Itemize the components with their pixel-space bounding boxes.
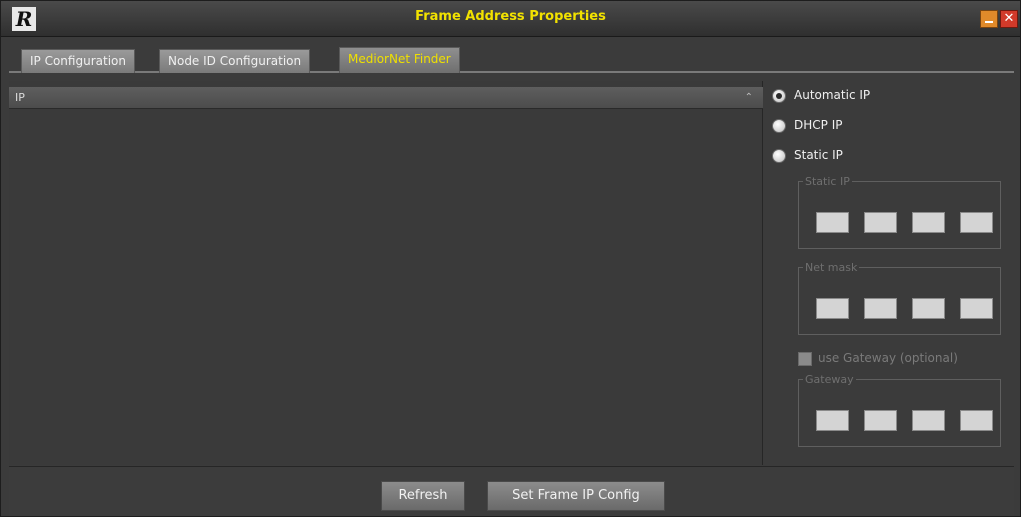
minimize-button[interactable] (980, 10, 998, 28)
automatic-ip-label: Automatic IP (794, 88, 871, 102)
tab-bar: IP Configuration Node ID Configuration M… (9, 47, 1014, 73)
net-mask-group-label: Net mask (805, 261, 858, 274)
gateway-octet-2[interactable] (864, 410, 897, 431)
close-icon: ✕ (1003, 11, 1015, 26)
radio-unchecked-icon (772, 148, 786, 163)
net-mask-octet-1[interactable] (816, 298, 849, 319)
tab-ip-configuration[interactable]: IP Configuration (21, 49, 135, 73)
static-ip-group: Static IP (798, 175, 1001, 249)
radio-unchecked-icon (772, 118, 786, 133)
net-mask-octet-4[interactable] (960, 298, 993, 319)
set-frame-ip-config-button[interactable]: Set Frame IP Config (487, 481, 665, 511)
static-ip-octet-4[interactable] (960, 212, 993, 233)
dhcp-ip-label: DHCP IP (794, 118, 843, 132)
ip-column-label: IP (15, 91, 25, 104)
tab-node-id-configuration[interactable]: Node ID Configuration (159, 49, 311, 73)
static-ip-group-label: Static IP (805, 175, 850, 188)
gateway-octet-3[interactable] (912, 410, 945, 431)
frame-address-properties-window: R Frame Address Properties ✕ IP Configur… (0, 0, 1021, 517)
net-mask-octet-2[interactable] (864, 298, 897, 319)
gateway-octet-4[interactable] (960, 410, 993, 431)
ip-list-panel: IP ⌃ (9, 81, 763, 465)
sort-indicator-icon: ⌃ (744, 92, 753, 103)
dhcp-ip-radio[interactable]: DHCP IP (772, 115, 842, 135)
gateway-group: Gateway (798, 373, 1001, 447)
static-ip-octet-2[interactable] (864, 212, 897, 233)
static-ip-octet-3[interactable] (912, 212, 945, 233)
refresh-button[interactable]: Refresh (381, 481, 465, 511)
gateway-octet-1[interactable] (816, 410, 849, 431)
use-gateway-checkbox[interactable]: use Gateway (optional) (798, 349, 958, 367)
static-ip-radio[interactable]: Static IP (772, 145, 843, 165)
gateway-group-label: Gateway (805, 373, 854, 386)
button-bar: Refresh Set Frame IP Config (9, 466, 1014, 516)
ip-column-header[interactable]: IP ⌃ (9, 87, 763, 109)
static-ip-octet-1[interactable] (816, 212, 849, 233)
close-button[interactable]: ✕ (1000, 10, 1018, 28)
use-gateway-label: use Gateway (optional) (818, 351, 958, 365)
net-mask-group: Net mask (798, 261, 1001, 335)
static-ip-label: Static IP (794, 148, 843, 162)
window-title: Frame Address Properties (415, 9, 606, 24)
net-mask-octet-3[interactable] (912, 298, 945, 319)
ip-settings-panel: Automatic IP DHCP IP Static IP Static IP… (766, 81, 1014, 465)
title-bar: R Frame Address Properties ✕ (1, 1, 1020, 37)
radio-checked-icon (772, 88, 786, 103)
checkbox-icon (798, 351, 812, 366)
tab-mediornet-finder[interactable]: MediorNet Finder (339, 47, 460, 73)
automatic-ip-radio[interactable]: Automatic IP (772, 85, 870, 105)
